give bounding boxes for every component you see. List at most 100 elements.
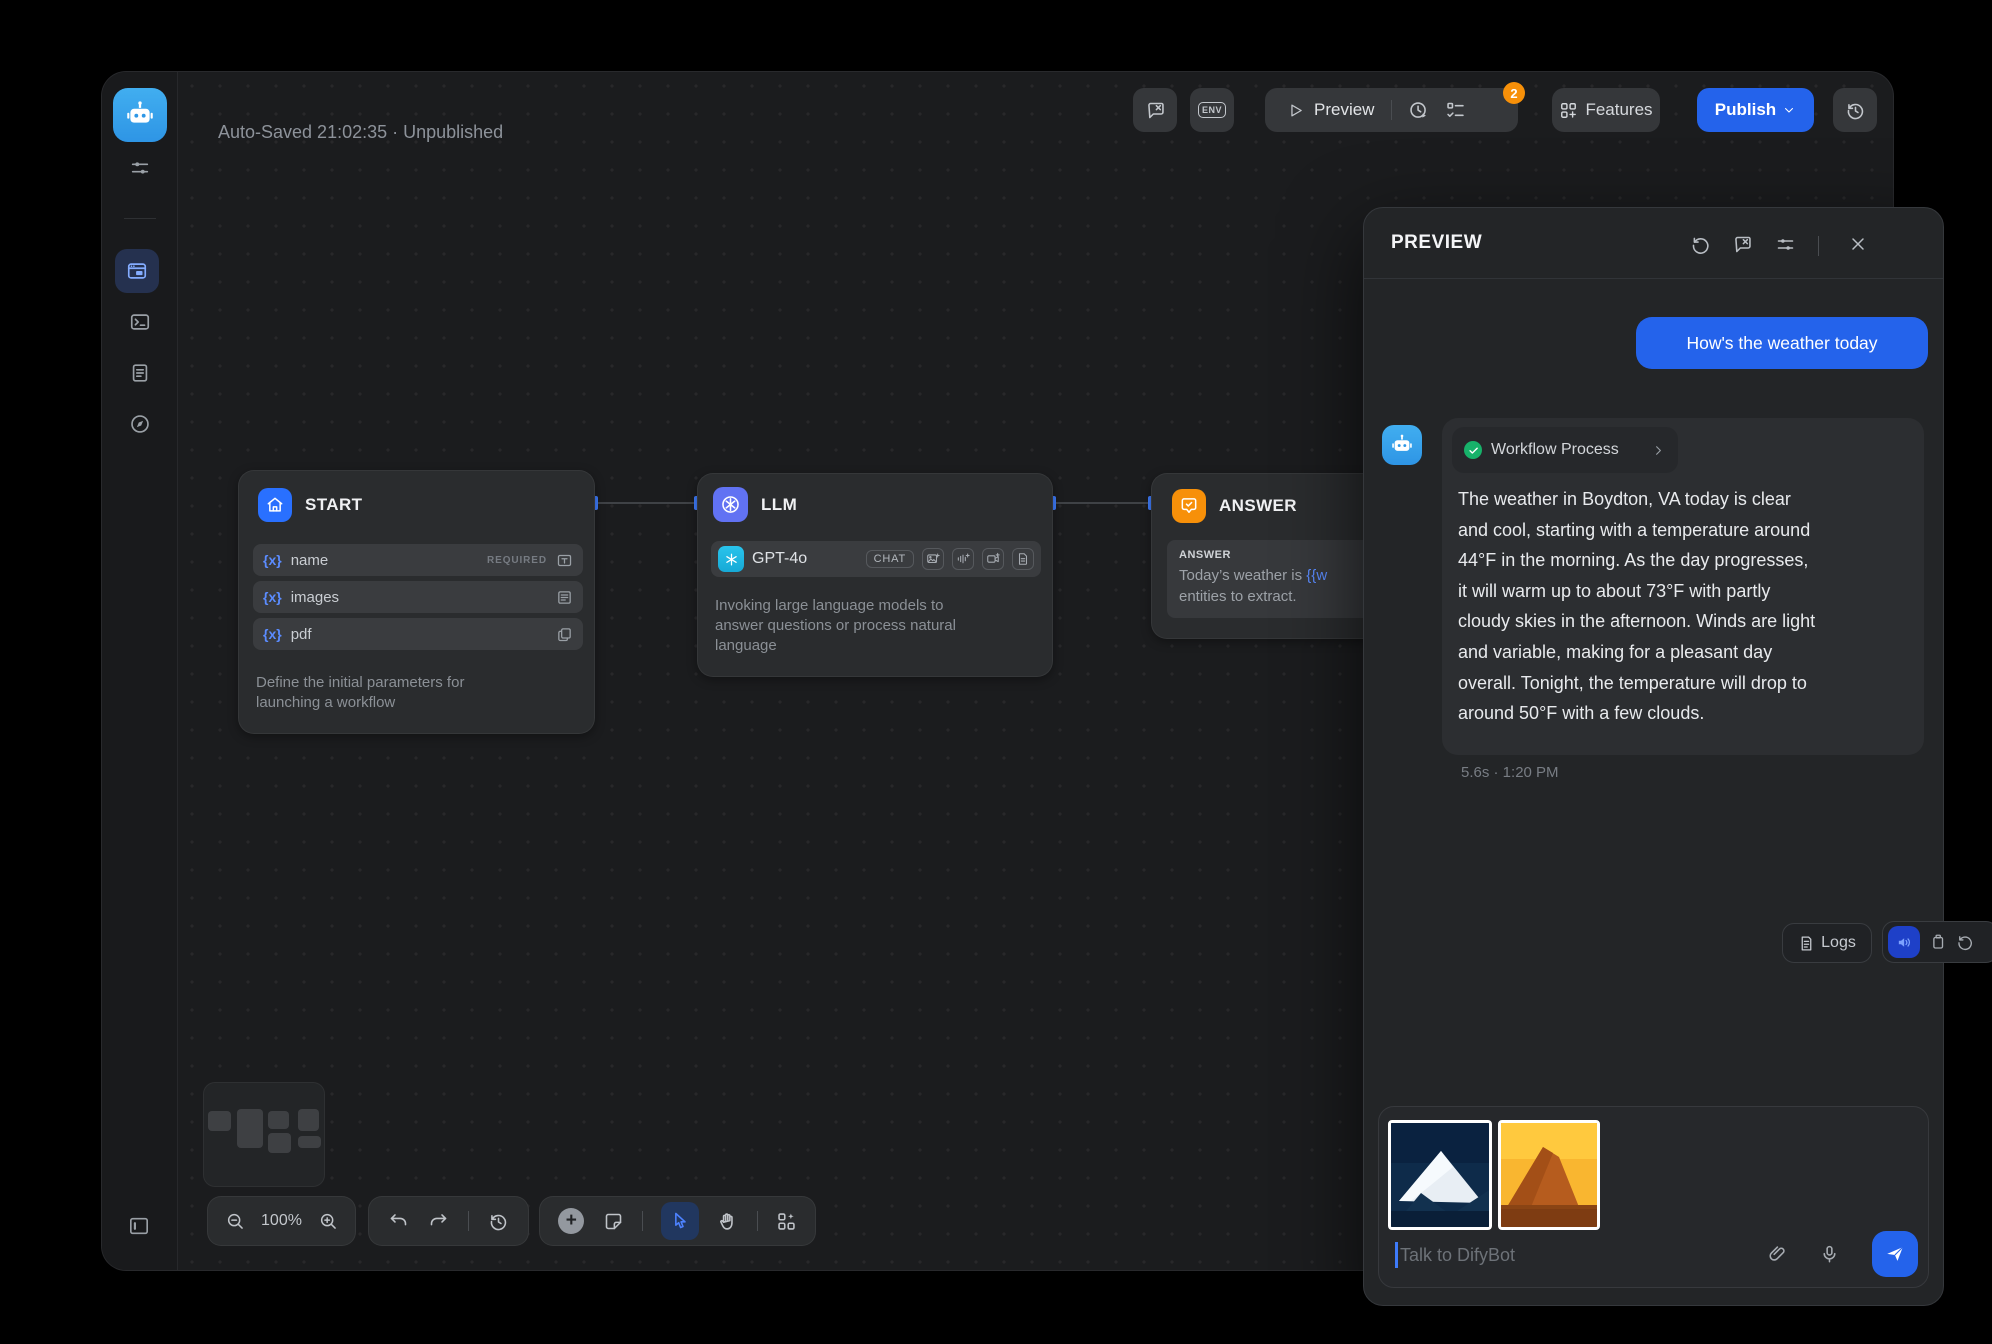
chevron-down-icon [1782, 103, 1796, 117]
sidebar-item-orchestrate[interactable] [115, 249, 159, 293]
start-field-pdf[interactable]: {x} pdf [253, 618, 583, 650]
undo-icon[interactable] [388, 1211, 409, 1232]
start-field-images[interactable]: {x} images [253, 581, 583, 613]
annotation-button[interactable] [1133, 88, 1177, 132]
change-history-icon[interactable] [488, 1211, 509, 1232]
user-message-bubble: How's the weather today [1636, 317, 1928, 369]
canvas-tools-toolbar: + [539, 1196, 816, 1246]
logs-label: Logs [1821, 934, 1856, 952]
node-description-line: Invoking large language models to [715, 596, 956, 616]
env-variables-button[interactable]: ENV [1190, 88, 1234, 132]
chat-input-box [1378, 1106, 1929, 1288]
chat-input[interactable] [1400, 1237, 1700, 1273]
add-node-button[interactable]: + [558, 1208, 584, 1234]
undo-toolbar [368, 1196, 529, 1246]
edge-start-llm [595, 502, 697, 504]
node-description-line: answer questions or process natural [715, 616, 956, 636]
robot-icon [1389, 432, 1415, 458]
zoom-toolbar: 100% [207, 1196, 356, 1246]
canvas-minimap[interactable] [203, 1082, 325, 1187]
workflow-process-toggle[interactable]: Workflow Process [1452, 427, 1678, 473]
panel-header-divider [1364, 278, 1943, 279]
node-description-line: Define the initial parameters for [256, 673, 464, 693]
version-history-button[interactable] [1833, 88, 1877, 132]
bot-avatar [1382, 425, 1422, 465]
node-title: LLM [761, 495, 797, 515]
logs-button[interactable]: Logs [1782, 923, 1872, 963]
microphone-icon[interactable] [1819, 1244, 1840, 1265]
collapse-sidebar-icon[interactable] [128, 1216, 150, 1236]
checklist-icon[interactable] [1445, 100, 1466, 121]
attached-image-mountain-night[interactable] [1388, 1120, 1492, 1230]
sidebar-item-terminal[interactable] [129, 311, 151, 333]
group-divider [1391, 100, 1392, 120]
regenerate-icon[interactable] [1956, 933, 1974, 951]
attached-image-mountain-sunset[interactable] [1498, 1120, 1600, 1230]
preview-panel-title: PREVIEW [1391, 232, 1482, 254]
speaker-icon [1896, 934, 1913, 951]
model-name: GPT-4o [752, 550, 858, 568]
env-icon: ENV [1198, 102, 1226, 118]
features-button[interactable]: Features [1552, 88, 1660, 132]
hand-mode-icon[interactable] [717, 1211, 738, 1232]
preview-settings-icon[interactable] [1775, 234, 1796, 255]
field-type-text-icon [556, 552, 573, 569]
app-bot-avatar[interactable] [113, 88, 167, 142]
sidebar-item-monitoring[interactable] [129, 413, 151, 435]
node-description-line: language [715, 636, 956, 656]
auto-layout-icon[interactable] [776, 1211, 797, 1232]
audio-capability-icon [952, 548, 974, 570]
required-tag: REQUIRED [487, 555, 547, 566]
conversation-annotation-icon[interactable] [1732, 234, 1753, 255]
node-title: ANSWER [1219, 496, 1297, 516]
preview-run-button[interactable]: Preview [1314, 100, 1374, 120]
field-name: name [291, 552, 478, 569]
zoom-level[interactable]: 100% [261, 1212, 302, 1230]
features-grid-icon [1559, 101, 1578, 120]
features-label: Features [1585, 100, 1652, 120]
publish-button[interactable]: Publish [1697, 88, 1814, 132]
run-history-icon[interactable] [1408, 100, 1429, 121]
document-capability-icon [1012, 548, 1034, 570]
chevron-right-icon [1651, 443, 1666, 458]
send-icon [1884, 1243, 1906, 1265]
sidebar-item-logs[interactable] [129, 362, 151, 384]
variable-token: {x} [263, 589, 282, 605]
field-type-files-icon [556, 626, 573, 643]
start-field-name[interactable]: {x} name REQUIRED [253, 544, 583, 576]
node-llm[interactable]: LLM GPT-4o CHAT Invoking large language … [697, 473, 1053, 677]
field-name: pdf [291, 626, 547, 643]
history-icon [1845, 100, 1866, 121]
play-icon[interactable] [1287, 102, 1304, 119]
add-note-icon[interactable] [603, 1211, 624, 1232]
group-divider [757, 1211, 758, 1231]
zoom-in-icon[interactable] [318, 1211, 338, 1231]
answer-variable-token: {{w [1306, 567, 1327, 584]
model-selector[interactable]: GPT-4o CHAT [711, 541, 1041, 577]
restart-conversation-icon[interactable] [1690, 234, 1711, 255]
copy-icon[interactable] [1929, 933, 1947, 951]
video-capability-icon [982, 548, 1004, 570]
workflow-settings-icon[interactable] [128, 156, 152, 180]
send-button[interactable] [1872, 1231, 1918, 1277]
pointer-mode-button[interactable] [661, 1202, 699, 1240]
cursor-icon [670, 1211, 690, 1231]
node-title: START [305, 495, 362, 515]
app-window-icon [126, 260, 148, 282]
publish-label: Publish [1715, 100, 1776, 120]
variable-token: {x} [263, 552, 282, 568]
close-preview-icon[interactable] [1848, 234, 1868, 254]
openai-model-icon [718, 546, 744, 572]
chat-mode-badge: CHAT [866, 550, 914, 568]
zoom-out-icon[interactable] [225, 1211, 245, 1231]
node-start[interactable]: START {x} name REQUIRED {x} images {x} p… [238, 470, 595, 734]
attach-file-icon[interactable] [1767, 1244, 1788, 1265]
run-group: Preview [1265, 88, 1518, 132]
field-type-list-icon [556, 589, 573, 606]
success-check-icon [1464, 441, 1482, 459]
field-name: images [291, 589, 547, 606]
text-to-speech-button[interactable] [1888, 926, 1920, 958]
message-meta: 5.6s · 1:20 PM [1461, 764, 1559, 781]
redo-icon[interactable] [428, 1211, 449, 1232]
group-divider [468, 1211, 469, 1231]
